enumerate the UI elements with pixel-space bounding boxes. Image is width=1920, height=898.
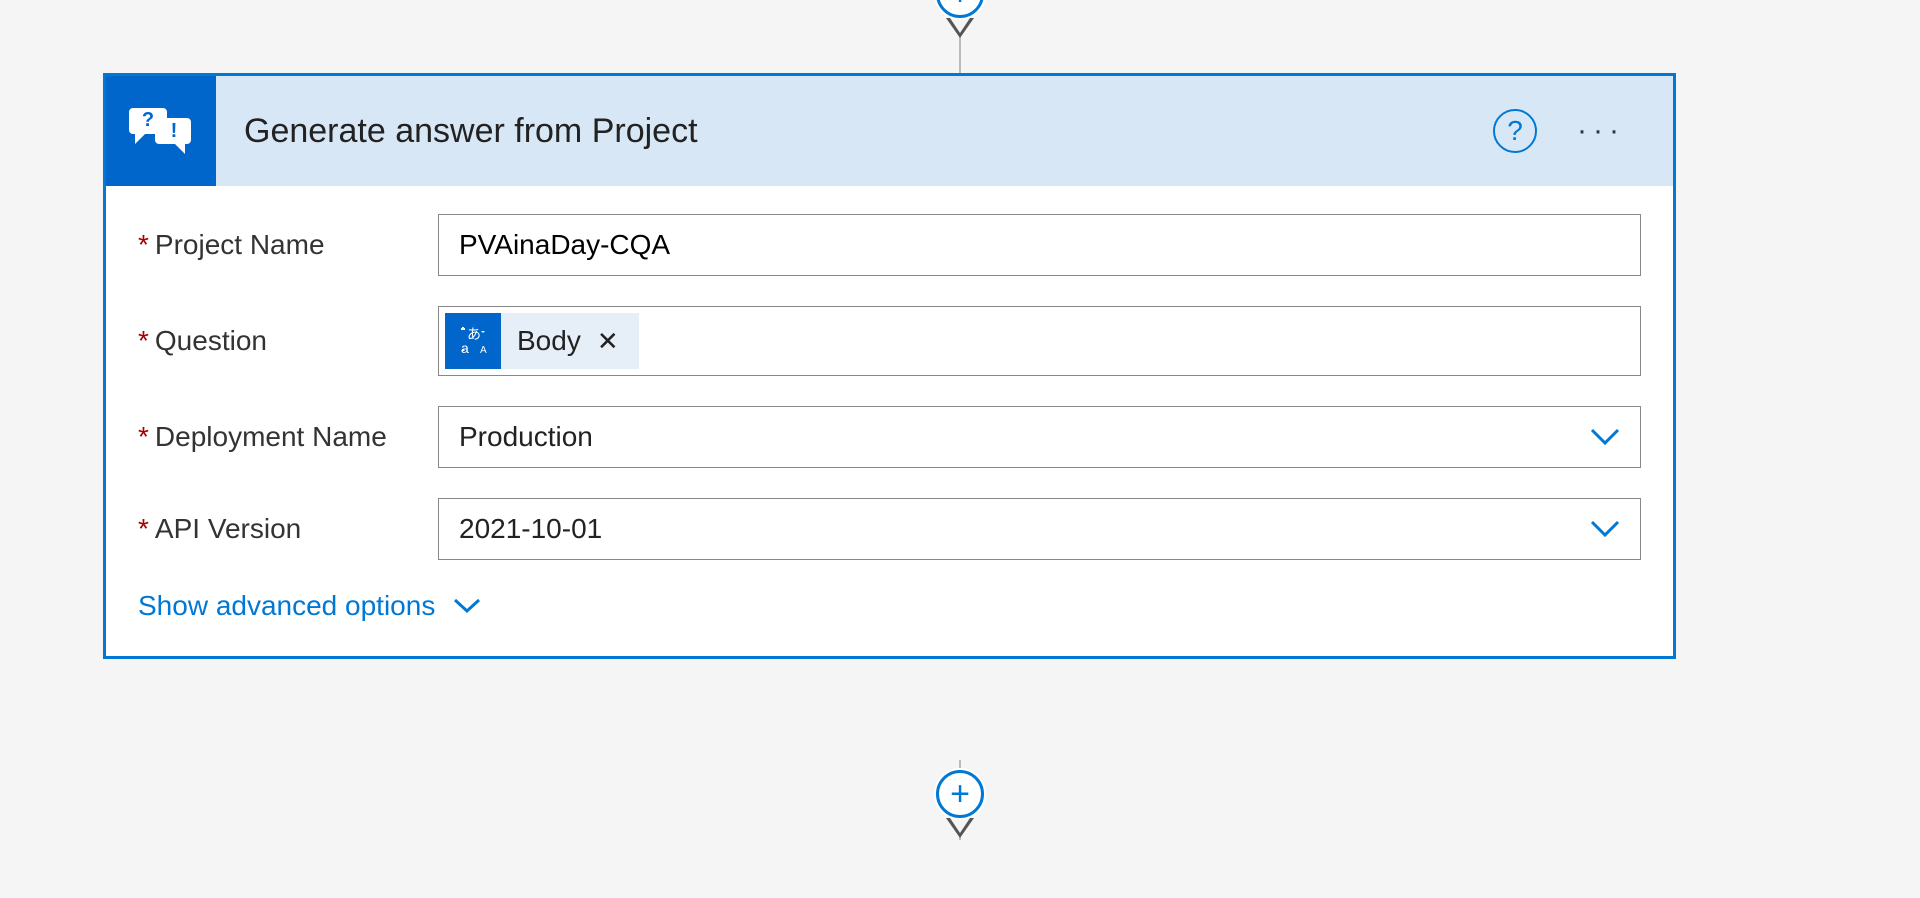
label-text: API Version	[155, 513, 301, 545]
card-title: Generate answer from Project	[216, 112, 1493, 151]
translate-icon: あ a A	[445, 313, 501, 369]
required-marker: *	[138, 229, 149, 261]
row-project-name: * Project Name	[138, 214, 1641, 276]
input-question[interactable]: あ a A Body ✕	[438, 306, 1641, 376]
chevron-down-icon	[1590, 428, 1620, 446]
svg-text:a: a	[461, 340, 469, 356]
label-text: Project Name	[155, 229, 325, 261]
svg-text:!: !	[171, 120, 178, 142]
card-header[interactable]: ? ! Generate answer from Project ? ···	[106, 76, 1673, 186]
add-step-top: +	[936, 0, 984, 38]
required-marker: *	[138, 513, 149, 545]
arrow-down-icon	[946, 818, 974, 838]
select-value: Production	[459, 421, 593, 453]
add-step-bottom: +	[936, 770, 984, 838]
card-body: * Project Name * Question あ	[106, 186, 1673, 656]
row-api-version: * API Version 2021-10-01	[138, 498, 1641, 560]
add-step-button-bottom[interactable]: +	[936, 770, 984, 818]
label-text: Question	[155, 325, 267, 357]
label-project-name: * Project Name	[138, 229, 438, 261]
input-project-name-wrapper	[438, 214, 1641, 276]
token-label: Body	[517, 325, 581, 357]
advanced-link-text: Show advanced options	[138, 590, 435, 622]
qna-chat-icon: ? !	[106, 76, 216, 186]
chevron-down-icon	[1590, 520, 1620, 538]
required-marker: *	[138, 325, 149, 357]
label-deployment-name: * Deployment Name	[138, 421, 438, 453]
input-project-name[interactable]	[459, 215, 1620, 275]
svg-text:A: A	[480, 345, 487, 356]
label-question: * Question	[138, 325, 438, 357]
show-advanced-options-link[interactable]: Show advanced options	[138, 590, 481, 622]
label-api-version: * API Version	[138, 513, 438, 545]
row-question: * Question あ a A Body	[138, 306, 1641, 376]
svg-text:あ: あ	[467, 326, 481, 342]
row-deployment-name: * Deployment Name Production	[138, 406, 1641, 468]
token-remove-button[interactable]: ✕	[593, 322, 623, 361]
chevron-down-icon	[453, 598, 481, 614]
arrow-down-icon	[946, 18, 974, 38]
select-value: 2021-10-01	[459, 513, 602, 545]
required-marker: *	[138, 421, 149, 453]
help-button[interactable]: ?	[1493, 109, 1537, 153]
action-card: ? ! Generate answer from Project ? ··· *…	[103, 73, 1676, 659]
add-step-button-top[interactable]: +	[936, 0, 984, 18]
svg-text:?: ?	[142, 109, 154, 131]
label-text: Deployment Name	[155, 421, 387, 453]
select-deployment-name[interactable]: Production	[438, 406, 1641, 468]
dynamic-content-token[interactable]: あ a A Body ✕	[445, 313, 639, 369]
select-api-version[interactable]: 2021-10-01	[438, 498, 1641, 560]
more-options-button[interactable]: ···	[1569, 108, 1633, 154]
